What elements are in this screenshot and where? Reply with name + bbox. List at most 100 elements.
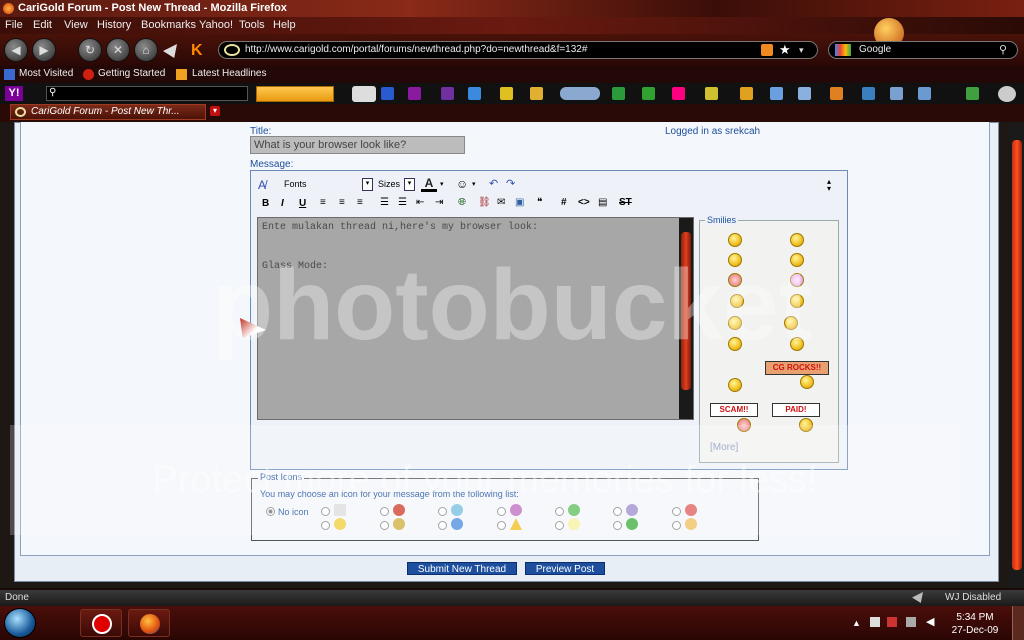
outdent-icon[interactable]: ⇤	[416, 197, 424, 208]
paper-plane-icon[interactable]	[163, 44, 177, 58]
color-dropdown-icon[interactable]: ▾	[440, 180, 444, 188]
unordered-list-icon[interactable]: ☰	[398, 197, 407, 208]
taskbar-vodafone-button[interactable]	[80, 609, 122, 637]
toolbar-list-icon[interactable]	[918, 87, 931, 100]
align-left-icon[interactable]: ≡	[320, 197, 326, 208]
tab-close-icon[interactable]: ▾	[210, 106, 220, 116]
post-icon-radio-none[interactable]	[266, 507, 275, 516]
toolbar-bookmark-icon[interactable]	[530, 87, 543, 100]
taskbar-firefox-button[interactable]	[128, 609, 170, 637]
html-code-icon[interactable]: <>	[578, 197, 590, 208]
status-plane-icon[interactable]	[912, 592, 923, 603]
bookmark-most-visited[interactable]: Most Visited	[19, 68, 73, 79]
insert-image-icon[interactable]: ▣	[515, 197, 524, 208]
smilie-angry-icon[interactable]	[728, 273, 742, 287]
back-button[interactable]: ◀	[4, 38, 28, 62]
post-icon-radio[interactable]	[672, 521, 681, 530]
toolbar-pages-icon[interactable]	[770, 87, 783, 100]
toolbar-pencil-icon[interactable]	[352, 86, 376, 102]
fonts-select[interactable]: Fonts	[280, 177, 360, 192]
menu-view[interactable]: View	[64, 19, 88, 31]
toolbar-finance-icon[interactable]	[642, 87, 655, 100]
wrap-code-icon[interactable]: #	[561, 197, 567, 208]
stop-button[interactable]: ✕	[106, 38, 130, 62]
post-icon-radio[interactable]	[380, 507, 389, 516]
post-icon-radio[interactable]	[613, 507, 622, 516]
smiley-icon[interactable]: ☺	[456, 177, 468, 191]
rss-icon[interactable]	[761, 44, 773, 56]
post-icon-radio[interactable]	[438, 521, 447, 530]
post-icon-radio[interactable]	[613, 521, 622, 530]
menu-history[interactable]: History	[97, 19, 131, 31]
quote-icon[interactable]: ❝	[537, 197, 542, 208]
toolbar-mail-icon[interactable]	[468, 87, 481, 100]
star-icon[interactable]: ★	[779, 42, 791, 58]
tray-network-icon[interactable]	[870, 617, 880, 627]
toolbar-yahoo-icon[interactable]	[441, 87, 454, 100]
smilie-grin-icon[interactable]	[790, 233, 804, 247]
smilie-thumbsup-icon[interactable]	[800, 375, 814, 389]
post-icon-radio[interactable]	[438, 507, 447, 516]
post-icon-radio[interactable]	[555, 507, 564, 516]
title-input[interactable]: What is your browser look like?	[250, 136, 465, 154]
bookmark-latest-headlines[interactable]: Latest Headlines	[192, 68, 267, 79]
tray-volume-icon[interactable]: ◀	[926, 615, 934, 628]
toolbar-games-icon[interactable]	[740, 87, 753, 100]
redo-icon[interactable]: ↷	[506, 177, 515, 190]
page-scrollbar-thumb[interactable]	[1012, 140, 1022, 570]
status-right-text[interactable]: WJ Disabled	[945, 592, 1001, 603]
toolbar-star-icon[interactable]	[500, 87, 513, 100]
post-icon-radio[interactable]	[497, 521, 506, 530]
smilie-thinking-icon[interactable]	[790, 337, 804, 351]
yahoo-search-input[interactable]: ⚲	[46, 86, 248, 101]
tab-carigold[interactable]: CariGold Forum - Post New Thr...	[10, 104, 206, 120]
submit-new-thread-button[interactable]: Submit New Thread	[407, 562, 517, 575]
remove-link-icon[interactable]: ⛓︎	[478, 197, 491, 208]
smilie-smile-icon[interactable]	[728, 233, 742, 247]
toolbar-gift-icon[interactable]	[830, 87, 843, 100]
tray-expand-icon[interactable]: ▲	[852, 618, 861, 628]
reload-button[interactable]: ↻	[78, 38, 102, 62]
undo-icon[interactable]: ↶	[489, 177, 498, 190]
post-icon-radio[interactable]	[497, 507, 506, 516]
toolbar-flickr-icon[interactable]	[672, 87, 685, 100]
toolbar-add-icon[interactable]	[381, 87, 394, 100]
tray-monitor-icon[interactable]	[906, 617, 916, 627]
preview-post-button[interactable]: Preview Post	[525, 562, 605, 575]
menu-tools[interactable]: Tools	[239, 19, 265, 31]
smilie-eek-icon[interactable]	[784, 316, 798, 330]
strike-icon[interactable]: ST	[619, 197, 632, 208]
show-desktop-button[interactable]	[1012, 606, 1024, 640]
search-icon[interactable]: ⚲	[999, 42, 1007, 58]
ordered-list-icon[interactable]: ☰	[380, 197, 389, 208]
smilie-wave-icon[interactable]	[730, 294, 744, 308]
menu-file[interactable]: File	[5, 19, 23, 31]
smilie-confused-icon[interactable]	[728, 316, 742, 330]
insert-email-icon[interactable]: ✉︎	[497, 197, 505, 208]
toolbar-news-icon[interactable]	[612, 87, 625, 100]
toolbar-settings-icon[interactable]	[998, 86, 1016, 102]
toolbar-plus-icon[interactable]	[966, 87, 979, 100]
smilie-scam-sign[interactable]: SCAM!!	[710, 403, 758, 417]
url-bar[interactable]: http://www.carigold.com/portal/forums/ne…	[218, 41, 818, 59]
forward-button[interactable]: ▶	[32, 38, 56, 62]
insert-link-icon[interactable]: 🌐︎	[458, 197, 466, 208]
post-icon-radio[interactable]	[672, 507, 681, 516]
sizes-dropdown-icon[interactable]: ▾	[404, 178, 415, 191]
menu-yahoo[interactable]: Yahoo!	[199, 19, 233, 31]
message-textarea[interactable]: Ente mulakan thread ni,here's my browser…	[257, 217, 694, 420]
textarea-scrollbar-thumb[interactable]	[681, 232, 691, 390]
post-icon-radio[interactable]	[321, 507, 330, 516]
align-center-icon[interactable]: ≡	[339, 197, 345, 208]
home-button[interactable]: ⌂	[134, 38, 158, 62]
yahoo-logo-icon[interactable]: Y!	[5, 86, 23, 101]
more-smilies-link[interactable]: [More]	[710, 442, 738, 453]
bold-icon[interactable]: B	[262, 198, 269, 209]
toolbar-my-yahoo-icon[interactable]	[408, 87, 421, 100]
underline-icon[interactable]: U	[299, 198, 306, 209]
logged-in-text[interactable]: Logged in as srekcah	[665, 126, 760, 137]
menu-edit[interactable]: Edit	[33, 19, 52, 31]
resize-editor-icon[interactable]: ▴ ▾	[827, 178, 831, 193]
toolbar-weather-icon[interactable]	[560, 87, 600, 100]
tray-alert-icon[interactable]	[887, 617, 897, 627]
